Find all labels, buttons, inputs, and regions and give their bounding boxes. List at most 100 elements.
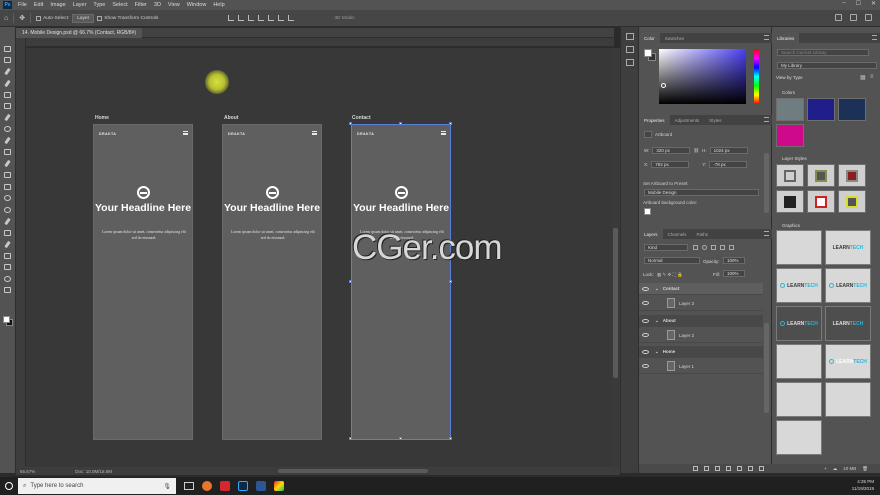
workspace-icon[interactable]	[850, 14, 857, 21]
menu-view[interactable]: View	[168, 2, 180, 8]
taskbar-search-box[interactable]: ⌕ Type here to search 🎙	[18, 478, 176, 494]
adjustment-layer-icon[interactable]	[726, 466, 731, 471]
link-icon[interactable]: ⛓	[693, 148, 699, 154]
layer-group-contact[interactable]: ⌄ Contact	[639, 283, 763, 295]
align-center-icon[interactable]	[238, 15, 245, 21]
tab-swatches[interactable]: Swatches	[660, 33, 690, 43]
move-tool-icon[interactable]: ✥	[19, 14, 25, 22]
layer-group-home[interactable]: ⌄ Home	[639, 346, 763, 358]
foreground-color-swatch[interactable]	[3, 316, 10, 323]
layer-style-tile[interactable]	[776, 190, 804, 213]
tab-styles[interactable]: Styles	[704, 115, 726, 125]
panel-menu-icon[interactable]	[764, 35, 769, 40]
menu-image[interactable]: Image	[50, 2, 65, 8]
chevron-down-icon[interactable]: ⌄	[655, 286, 659, 292]
eraser-tool-icon[interactable]	[3, 171, 13, 179]
width-field[interactable]: 320 px	[652, 147, 691, 154]
menu-file[interactable]: File	[18, 2, 27, 8]
transform-handle[interactable]	[349, 122, 352, 125]
history-brush-tool-icon[interactable]	[3, 159, 13, 168]
lock-icons[interactable]: ▦ ✎ ✥ ⛶ 🔒	[657, 272, 683, 278]
chevron-down-icon[interactable]: ⌄	[655, 318, 659, 324]
align-top-icon[interactable]	[258, 15, 265, 21]
delete-layer-icon[interactable]	[759, 466, 764, 471]
transform-handle[interactable]	[449, 280, 452, 283]
filter-smart-icon[interactable]	[729, 245, 734, 250]
auto-select-target-dropdown[interactable]: Layer	[72, 13, 95, 23]
gradient-tool-icon[interactable]	[3, 183, 13, 191]
artboard-title-contact[interactable]: Contact	[352, 115, 371, 121]
library-graphic[interactable]	[825, 382, 871, 417]
transform-handle[interactable]	[349, 280, 352, 283]
firefox-icon[interactable]	[202, 481, 212, 491]
library-graphic[interactable]	[776, 230, 822, 265]
menu-layer[interactable]: Layer	[73, 2, 87, 8]
filter-shape-icon[interactable]	[720, 245, 725, 250]
tab-channels[interactable]: Channels	[663, 229, 692, 239]
opacity-field[interactable]: 100%	[723, 257, 745, 264]
transform-handle[interactable]	[449, 122, 452, 125]
tab-layers[interactable]: Layers	[639, 229, 663, 239]
filter-pixel-icon[interactable]	[693, 245, 698, 250]
path-select-tool-icon[interactable]	[3, 240, 13, 248]
word-icon[interactable]	[256, 481, 266, 491]
layer-style-tile[interactable]	[838, 190, 866, 213]
cloud-icon[interactable]: ☁	[833, 466, 838, 472]
add-content-icon[interactable]: +	[824, 466, 827, 471]
visibility-eye-icon[interactable]	[642, 349, 649, 354]
visibility-eye-icon[interactable]	[642, 286, 649, 291]
layer-row[interactable]: Layer 2	[639, 328, 763, 343]
frame-tool-icon[interactable]	[3, 102, 13, 110]
link-layers-icon[interactable]	[693, 466, 698, 471]
library-graphic[interactable]: LEARN TECH	[776, 306, 822, 341]
start-button[interactable]	[0, 477, 18, 495]
crop-tool-icon[interactable]	[3, 91, 13, 99]
menu-window[interactable]: Window	[187, 2, 207, 8]
new-layer-icon[interactable]	[748, 466, 753, 471]
document-tab[interactable]: 14. Mobile Design.psd @ 66.7% (Contact, …	[16, 27, 143, 38]
clone-stamp-tool-icon[interactable]	[3, 148, 13, 156]
transform-handle[interactable]	[399, 437, 402, 440]
panel-menu-icon[interactable]	[872, 35, 877, 40]
align-left-icon[interactable]	[228, 15, 235, 21]
transform-controls-checkbox[interactable]	[97, 15, 103, 21]
library-graphic[interactable]: LEARN TECH	[825, 268, 871, 303]
type-tool-icon[interactable]	[3, 229, 13, 237]
artboard-title-about[interactable]: About	[224, 115, 238, 121]
tab-adjustments[interactable]: Adjustments	[670, 115, 705, 125]
library-graphic[interactable]: LEARN TECH	[825, 306, 871, 341]
visibility-eye-icon[interactable]	[642, 301, 649, 305]
character-panel-icon[interactable]	[625, 59, 634, 66]
menu-help[interactable]: Help	[213, 2, 224, 8]
list-view-icon[interactable]: ≡	[870, 74, 874, 80]
fill-field[interactable]: 100%	[723, 270, 745, 277]
library-graphic[interactable]	[776, 344, 822, 379]
library-color-swatch[interactable]	[776, 124, 804, 147]
library-color-swatch[interactable]	[776, 98, 804, 121]
task-view-icon[interactable]	[184, 482, 194, 490]
hand-tool-icon[interactable]	[3, 263, 13, 271]
menu-3d[interactable]: 3D	[154, 2, 161, 8]
layer-style-icon[interactable]	[704, 466, 709, 471]
blend-mode-dropdown[interactable]: Normal	[644, 257, 700, 264]
horizontal-scrollbar[interactable]	[278, 469, 428, 473]
library-graphic[interactable]: LEARN TECH	[825, 230, 871, 265]
filter-type-icon[interactable]	[711, 245, 716, 250]
hue-slider[interactable]	[754, 49, 759, 104]
library-graphic[interactable]: LEARN TECH	[825, 344, 871, 379]
more-tools-icon[interactable]	[3, 286, 13, 294]
menu-edit[interactable]: Edit	[34, 2, 43, 8]
layer-style-tile[interactable]	[807, 164, 835, 187]
library-color-swatch[interactable]	[807, 98, 835, 121]
chevron-down-icon[interactable]: ⌄	[655, 349, 659, 355]
rectangle-tool-icon[interactable]	[3, 252, 13, 260]
brush-tool-icon[interactable]	[3, 136, 13, 145]
color-picker-field[interactable]	[659, 49, 746, 104]
height-field[interactable]: 1024 px	[709, 147, 748, 154]
system-tray-clock[interactable]: 4:35 PM 11/19/2019	[852, 478, 874, 492]
add-mask-icon[interactable]	[715, 466, 720, 471]
search-icon[interactable]	[835, 14, 842, 21]
brush-panel-icon[interactable]	[625, 46, 634, 53]
new-group-icon[interactable]	[737, 466, 742, 471]
grid-view-icon[interactable]: ▦	[860, 74, 866, 81]
